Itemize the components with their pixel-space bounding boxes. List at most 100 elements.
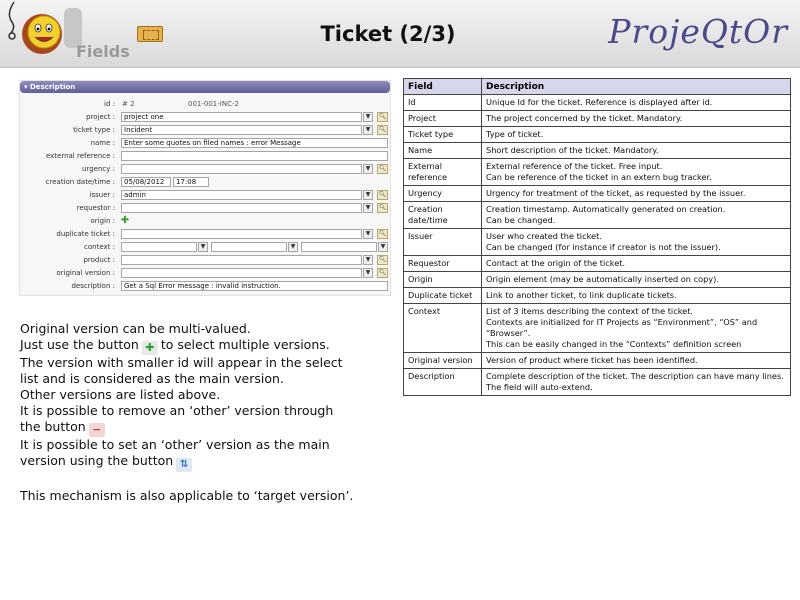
row-id: id : # 2 001-001-INC-2	[20, 98, 392, 110]
original-version-select[interactable]	[121, 268, 362, 278]
table-row: Requestor Contact at the origin of the ti…	[403, 255, 791, 272]
add-origin-plus-icon[interactable]: ✚	[120, 216, 130, 226]
field-name-cell: Duplicate ticket	[403, 287, 482, 304]
search-icon[interactable]: 🔍︎	[377, 125, 388, 135]
field-description-cell: The project concerned by the ticket. Man…	[481, 110, 791, 127]
name-input[interactable]: Enter some quotes on filed names : error…	[121, 138, 388, 148]
chevron-down-icon[interactable]: ▼	[288, 242, 298, 252]
field-label: project :	[86, 113, 115, 121]
search-icon[interactable]: 🔍︎	[377, 203, 388, 213]
field-label: id :	[104, 100, 115, 108]
table-row: Duplicate ticket Link to another ticket, …	[403, 287, 791, 304]
project-select[interactable]: project one	[121, 112, 362, 122]
add-version-plus-icon[interactable]	[378, 268, 388, 278]
chevron-down-icon[interactable]: ▼	[363, 268, 373, 278]
external-reference-input[interactable]	[121, 151, 388, 161]
chevron-down-icon[interactable]: ▼	[363, 190, 373, 200]
urgency-select[interactable]	[121, 164, 362, 174]
row-ticket-type: ticket type : Incident ▼ 🔍︎	[20, 124, 392, 136]
description-line: Link to another ticket, to link duplicat…	[486, 290, 677, 300]
chevron-down-icon[interactable]: ▼	[363, 203, 373, 213]
search-icon[interactable]: 🔍︎	[377, 112, 388, 122]
reference-value: 001-001-INC-2	[188, 100, 239, 108]
table-row: Origin Origin element (may be automatical…	[403, 271, 791, 288]
chevron-down-icon[interactable]: ▼	[363, 112, 373, 122]
note-line: The version with smaller id will appear …	[20, 355, 343, 370]
header-bar: Fields Ticket (2/3) ProjeQtOr	[0, 0, 800, 68]
description-line: Creation timestamp. Automatically genera…	[486, 204, 726, 214]
field-description-cell: Complete description of the ticket. The …	[481, 368, 791, 396]
field-description-cell: Type of ticket.	[481, 126, 791, 143]
field-description-cell: Urgency for treatment of the ticket, as …	[481, 185, 791, 202]
ticket-type-select[interactable]: Incident	[121, 125, 362, 135]
context-1-select[interactable]	[121, 242, 197, 252]
chevron-down-icon[interactable]: ▼	[378, 242, 388, 252]
swap-main-version-icon: ⇅	[176, 458, 193, 472]
table-row: Urgency Urgency for treatment of the tick…	[403, 185, 791, 202]
row-original-version: original version : ▼ 🔍︎	[20, 267, 392, 279]
context-3-select[interactable]	[301, 242, 377, 252]
chevron-down-icon[interactable]: ▼	[363, 229, 373, 239]
chevron-down-icon[interactable]: ▼	[363, 164, 373, 174]
requestor-select[interactable]	[121, 203, 362, 213]
table-row: Name Short description of the ticket. Man…	[403, 142, 791, 159]
field-name-cell: Project	[403, 110, 482, 127]
description-line: List of 3 items describing the context o…	[486, 306, 694, 316]
field-label: ticket type :	[73, 126, 115, 134]
creation-date-input[interactable]: 05/08/2012	[121, 177, 171, 187]
field-description-cell: Creation timestamp. Automatically genera…	[481, 201, 791, 229]
brand-logo: ProjeQtOr	[608, 12, 788, 51]
table-row: Issuer User who created the ticket. Can be…	[403, 228, 791, 256]
note-line: list and is considered as the main versi…	[20, 371, 284, 386]
chevron-down-icon[interactable]: ▼	[363, 255, 373, 265]
field-description-cell: External reference of the ticket. Free i…	[481, 158, 791, 186]
note-line: Original version can be multi-valued.	[20, 321, 251, 336]
id-value: # 2	[122, 100, 135, 108]
row-issuer: issuer : admin ▼ 🔍︎	[20, 189, 392, 201]
row-name: name : Enter some quotes on filed names …	[20, 137, 392, 149]
table-row: Ticket type Type of ticket.	[403, 126, 791, 143]
row-external-reference: external reference :	[20, 150, 392, 162]
description-line: Can be reference of the ticket in an ext…	[486, 172, 712, 182]
field-description-cell: Origin element (may be automatically ins…	[481, 271, 791, 288]
field-description-cell: Unique Id for the ticket. Reference is d…	[481, 94, 791, 111]
description-textarea[interactable]: Get a Sql Error message : invalid instru…	[121, 281, 388, 291]
field-description-cell: Short description of the ticket. Mandato…	[481, 142, 791, 159]
field-name-cell: Creation date/time	[403, 201, 482, 229]
row-origin: origin : ✚	[20, 215, 392, 227]
note-line: the button −	[20, 419, 390, 437]
chevron-down-icon[interactable]: ▼	[363, 125, 373, 135]
search-icon[interactable]: 🔍︎	[377, 190, 388, 200]
table-row: External reference External reference of …	[403, 158, 791, 186]
creation-time-input[interactable]: 17:08	[173, 177, 209, 187]
field-label: context :	[84, 243, 115, 251]
column-header-description: Description	[481, 78, 791, 95]
search-icon[interactable]: 🔍︎	[377, 255, 388, 265]
description-line: This can be easily changed in the “Conte…	[486, 339, 742, 349]
duplicate-ticket-select[interactable]	[121, 229, 362, 239]
field-name-cell: Name	[403, 142, 482, 159]
field-name-cell: Ticket type	[403, 126, 482, 143]
section-header-description[interactable]: ▾ Description	[20, 81, 390, 93]
field-name-cell: Issuer	[403, 228, 482, 256]
search-icon[interactable]: 🔍︎	[377, 164, 388, 174]
row-urgency: urgency : ▼ 🔍︎	[20, 163, 392, 175]
field-label: external reference :	[45, 152, 115, 160]
table-row: Id Unique Id for the ticket. Reference is…	[403, 94, 791, 111]
field-label: product :	[83, 256, 115, 264]
description-line: Contexts are initialized for IT Projects…	[486, 317, 758, 338]
chevron-down-icon[interactable]: ▼	[198, 242, 208, 252]
remove-minus-icon: −	[88, 423, 105, 437]
search-icon[interactable]: 🔍︎	[377, 229, 388, 239]
row-description: description : Get a Sql Error message : …	[20, 280, 392, 292]
description-line: Origin element (may be automatically ins…	[486, 274, 719, 284]
product-select[interactable]	[121, 255, 362, 265]
field-label: issuer :	[89, 191, 115, 199]
field-name-cell: Original version	[403, 352, 482, 369]
issuer-select[interactable]: admin	[121, 190, 362, 200]
description-line: Urgency for treatment of the ticket, as …	[486, 188, 746, 198]
row-requestor: requestor : ▼ 🔍︎	[20, 202, 392, 214]
context-2-select[interactable]	[211, 242, 287, 252]
add-plus-icon: ✚	[141, 341, 158, 355]
